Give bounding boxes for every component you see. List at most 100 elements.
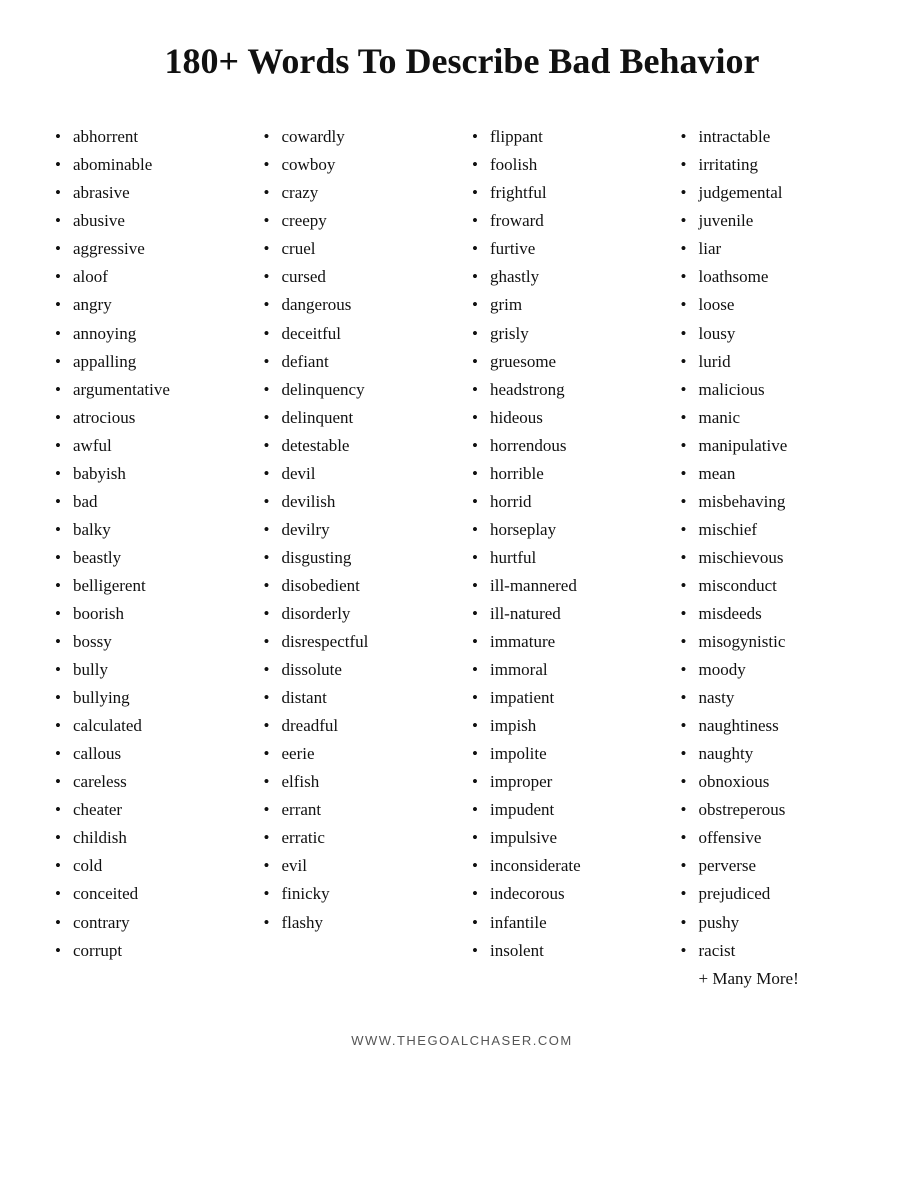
- list-item: misconduct: [681, 572, 870, 600]
- list-item: erratic: [264, 824, 453, 852]
- list-item: cheater: [55, 796, 244, 824]
- list-item: bossy: [55, 628, 244, 656]
- list-item: misbehaving: [681, 488, 870, 516]
- list-item: abhorrent: [55, 123, 244, 151]
- list-item: froward: [472, 207, 661, 235]
- list-item: obnoxious: [681, 768, 870, 796]
- list-item: defiant: [264, 348, 453, 376]
- list-item: mischievous: [681, 544, 870, 572]
- list-item: flippant: [472, 123, 661, 151]
- list-item: prejudiced: [681, 880, 870, 908]
- column-1: abhorrentabominableabrasiveabusiveaggres…: [50, 123, 249, 964]
- list-item: obstreperous: [681, 796, 870, 824]
- list-item: delinquent: [264, 404, 453, 432]
- list-item: racist: [681, 937, 870, 965]
- list-item: abominable: [55, 151, 244, 179]
- list-item: manic: [681, 404, 870, 432]
- list-item: ill-natured: [472, 600, 661, 628]
- list-item: perverse: [681, 852, 870, 880]
- list-item: offensive: [681, 824, 870, 852]
- list-item: detestable: [264, 432, 453, 460]
- list-item: horseplay: [472, 516, 661, 544]
- list-item: loose: [681, 291, 870, 319]
- list-item: misdeeds: [681, 600, 870, 628]
- list-item: boorish: [55, 600, 244, 628]
- list-item: disorderly: [264, 600, 453, 628]
- list-item: calculated: [55, 712, 244, 740]
- word-list-3: flippantfoolishfrightfulfrowardfurtivegh…: [472, 123, 661, 964]
- column-3: flippantfoolishfrightfulfrowardfurtivegh…: [467, 123, 666, 964]
- list-item: cowardly: [264, 123, 453, 151]
- list-item: callous: [55, 740, 244, 768]
- list-item: deceitful: [264, 320, 453, 348]
- list-item: dreadful: [264, 712, 453, 740]
- list-item: childish: [55, 824, 244, 852]
- list-item: horrid: [472, 488, 661, 516]
- list-item: argumentative: [55, 376, 244, 404]
- list-item: angry: [55, 291, 244, 319]
- list-item: gruesome: [472, 348, 661, 376]
- list-item: annoying: [55, 320, 244, 348]
- list-item: cruel: [264, 235, 453, 263]
- list-item: errant: [264, 796, 453, 824]
- list-item: inconsiderate: [472, 852, 661, 880]
- list-item: furtive: [472, 235, 661, 263]
- list-item: appalling: [55, 348, 244, 376]
- list-item: lousy: [681, 320, 870, 348]
- list-item: impulsive: [472, 824, 661, 852]
- column-2: cowardlycowboycrazycreepycruelcurseddang…: [259, 123, 458, 936]
- list-item: disobedient: [264, 572, 453, 600]
- list-item: judgemental: [681, 179, 870, 207]
- list-item: dissolute: [264, 656, 453, 684]
- list-item: awful: [55, 432, 244, 460]
- list-item: intractable: [681, 123, 870, 151]
- list-item: aggressive: [55, 235, 244, 263]
- list-item: naughty: [681, 740, 870, 768]
- list-item: hurtful: [472, 544, 661, 572]
- list-item: mischief: [681, 516, 870, 544]
- list-item: loathsome: [681, 263, 870, 291]
- list-item: malicious: [681, 376, 870, 404]
- page-title: 180+ Words To Describe Bad Behavior: [50, 40, 874, 83]
- list-item: beastly: [55, 544, 244, 572]
- list-item: impolite: [472, 740, 661, 768]
- list-item: devilish: [264, 488, 453, 516]
- list-item: babyish: [55, 460, 244, 488]
- list-item: impish: [472, 712, 661, 740]
- list-item: finicky: [264, 880, 453, 908]
- list-item: infantile: [472, 909, 661, 937]
- list-item: dangerous: [264, 291, 453, 319]
- column-4: intractableirritatingjudgementaljuvenile…: [676, 123, 875, 992]
- list-item: grisly: [472, 320, 661, 348]
- list-item: lurid: [681, 348, 870, 376]
- list-item: immoral: [472, 656, 661, 684]
- list-item: ghastly: [472, 263, 661, 291]
- list-item: bully: [55, 656, 244, 684]
- word-list-4: intractableirritatingjudgementaljuvenile…: [681, 123, 870, 964]
- list-item: belligerent: [55, 572, 244, 600]
- list-item: mean: [681, 460, 870, 488]
- list-item: disgusting: [264, 544, 453, 572]
- list-item: cursed: [264, 263, 453, 291]
- list-item: insolent: [472, 937, 661, 965]
- list-item: bad: [55, 488, 244, 516]
- list-item: abusive: [55, 207, 244, 235]
- list-item: atrocious: [55, 404, 244, 432]
- list-item: manipulative: [681, 432, 870, 460]
- word-list-1: abhorrentabominableabrasiveabusiveaggres…: [55, 123, 244, 964]
- list-item: aloof: [55, 263, 244, 291]
- list-item: irritating: [681, 151, 870, 179]
- list-item: grim: [472, 291, 661, 319]
- list-item: distant: [264, 684, 453, 712]
- list-item: flashy: [264, 909, 453, 937]
- list-item: foolish: [472, 151, 661, 179]
- list-item: disrespectful: [264, 628, 453, 656]
- list-item: careless: [55, 768, 244, 796]
- list-item: bullying: [55, 684, 244, 712]
- list-item: juvenile: [681, 207, 870, 235]
- list-item: delinquency: [264, 376, 453, 404]
- list-item: improper: [472, 768, 661, 796]
- list-item: hideous: [472, 404, 661, 432]
- list-item: contrary: [55, 909, 244, 937]
- list-item: evil: [264, 852, 453, 880]
